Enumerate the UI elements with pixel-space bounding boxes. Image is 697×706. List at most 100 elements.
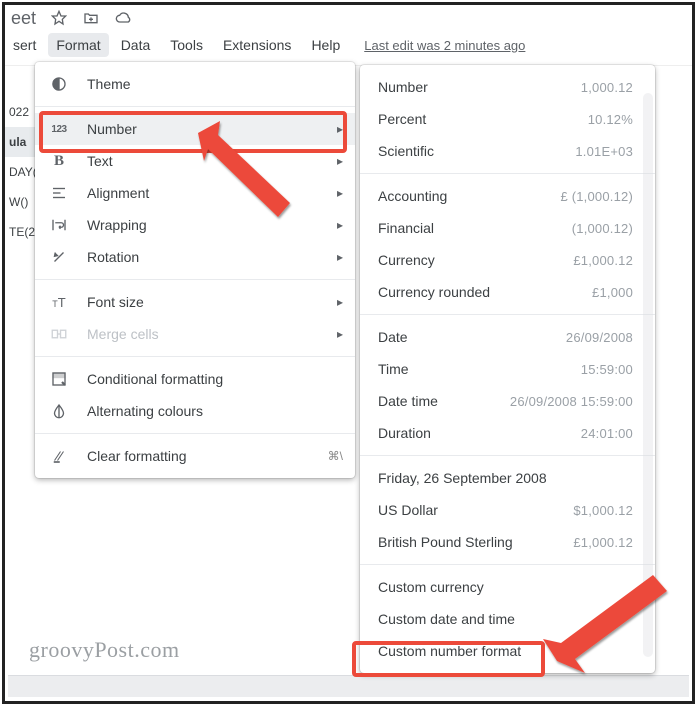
menu-help[interactable]: Help [303, 33, 348, 57]
format-label: Accounting [378, 188, 447, 204]
number-format-british-pound-sterling[interactable]: British Pound Sterling £1,000.12 [360, 526, 655, 558]
submenu-arrow-icon: ▸ [337, 218, 343, 232]
menu-item-theme[interactable]: Theme [35, 68, 355, 100]
theme-icon [49, 74, 69, 94]
number-format-financial[interactable]: Financial (1,000.12) [360, 212, 655, 244]
number-format-custom-number-format[interactable]: Custom number format [360, 635, 655, 667]
menu-data[interactable]: Data [113, 33, 159, 57]
cloud-saved-icon[interactable] [114, 9, 132, 27]
menu-item-label: Wrapping [87, 217, 337, 233]
format-example: $1,000.12 [573, 503, 633, 518]
menu-item-label: Merge cells [87, 326, 337, 342]
submenu-arrow-icon: ▸ [337, 122, 343, 136]
submenu-arrow-icon: ▸ [337, 295, 343, 309]
separator [360, 173, 655, 174]
format-label: Custom date and time [378, 611, 515, 627]
number-format-date-time[interactable]: Date time26/09/2008 15:59:00 [360, 385, 655, 417]
menu-item-label: Alternating colours [87, 403, 343, 419]
separator [360, 564, 655, 565]
title-bar: eet [5, 5, 692, 29]
format-example: 26/09/2008 [566, 330, 633, 345]
B-icon: B [49, 151, 69, 171]
scrollbar[interactable] [643, 93, 653, 657]
menu-item-label: Conditional formatting [87, 371, 343, 387]
format-label: Friday, 26 September 2008 [378, 470, 547, 486]
submenu-arrow-icon: ▸ [337, 250, 343, 264]
format-label: Number [378, 79, 428, 95]
format-example: £1,000 [592, 285, 633, 300]
number-submenu: Number 1,000.12 Percent10.12% Scientific 1.0… [360, 65, 655, 673]
menu-format[interactable]: Format [48, 33, 108, 57]
menu-item-rotation[interactable]: Rotation▸ [35, 241, 355, 273]
menu-item-clear-formatting[interactable]: Clear formatting⌘\ [35, 440, 355, 472]
clear-icon [49, 446, 69, 466]
123-icon: 123 [49, 119, 69, 139]
menu-item-label: Font size [87, 294, 337, 310]
format-example: 10.12% [588, 112, 633, 127]
shortcut: ⌘\ [328, 449, 343, 463]
altcolor-icon [49, 401, 69, 421]
format-label: Custom number format [378, 643, 521, 659]
menu-item-text[interactable]: BText▸ [35, 145, 355, 177]
number-format-number[interactable]: Number 1,000.12 [360, 71, 655, 103]
format-example: 1,000.12 [581, 80, 633, 95]
format-example: £1,000.12 [573, 535, 633, 550]
wrap-icon [49, 215, 69, 235]
rotate-icon [49, 247, 69, 267]
format-label: Financial [378, 220, 434, 236]
separator [360, 314, 655, 315]
number-format-time[interactable]: Time15:59:00 [360, 353, 655, 385]
menu-item-conditional-formatting[interactable]: Conditional formatting [35, 363, 355, 395]
menu-item-label: Theme [87, 76, 343, 92]
separator [35, 106, 355, 107]
format-label: Duration [378, 425, 431, 441]
menu-item-alignment[interactable]: Alignment▸ [35, 177, 355, 209]
number-format-currency-rounded[interactable]: Currency rounded£1,000 [360, 276, 655, 308]
number-format-us-dollar[interactable]: US Dollar$1,000.12 [360, 494, 655, 526]
separator [35, 356, 355, 357]
watermark: groovyPost.com [29, 637, 180, 663]
format-example: £1,000.12 [573, 253, 633, 268]
format-label: Custom currency [378, 579, 484, 595]
separator [35, 279, 355, 280]
merge-icon [49, 324, 69, 344]
menu-item-label: Number [87, 121, 337, 137]
menu-extensions[interactable]: Extensions [215, 33, 299, 57]
format-label: British Pound Sterling [378, 534, 513, 550]
format-label: Scientific [378, 143, 434, 159]
format-example: 24:01:00 [581, 426, 633, 441]
number-format-date[interactable]: Date26/09/2008 [360, 321, 655, 353]
submenu-arrow-icon: ▸ [337, 327, 343, 341]
condfmt-icon [49, 369, 69, 389]
number-format-scientific[interactable]: Scientific 1.01E+03 [360, 135, 655, 167]
menu-item-label: Rotation [87, 249, 337, 265]
menu-item-alternating-colours[interactable]: Alternating colours [35, 395, 355, 427]
star-icon[interactable] [50, 9, 68, 27]
number-format-accounting[interactable]: Accounting£ (1,000.12) [360, 180, 655, 212]
menu-item-label: Text [87, 153, 337, 169]
last-edit-link[interactable]: Last edit was 2 minutes ago [364, 38, 525, 53]
sheet-tab-bar [8, 675, 689, 697]
number-format-custom-date-and-time[interactable]: Custom date and time [360, 603, 655, 635]
menu-insert[interactable]: sert [5, 33, 44, 57]
menu-tools[interactable]: Tools [162, 33, 211, 57]
move-folder-icon[interactable] [82, 9, 100, 27]
menu-item-merge-cells: Merge cells▸ [35, 318, 355, 350]
tT-icon: TT [49, 292, 69, 312]
number-format-percent[interactable]: Percent10.12% [360, 103, 655, 135]
number-format-currency[interactable]: Currency £1,000.12 [360, 244, 655, 276]
format-example: (1,000.12) [572, 221, 633, 236]
menu-item-label: Clear formatting [87, 448, 328, 464]
menu-bar: sert Format Data Tools Extensions Help L… [5, 29, 692, 66]
number-format-duration[interactable]: Duration 24:01:00 [360, 417, 655, 449]
separator [360, 455, 655, 456]
document-title[interactable]: eet [11, 8, 36, 29]
format-label: Currency [378, 252, 435, 268]
format-label: Date time [378, 393, 438, 409]
menu-item-number[interactable]: 123 Number▸ [35, 113, 355, 145]
number-format-custom-currency[interactable]: Custom currency [360, 571, 655, 603]
number-format-friday-26-september-2008[interactable]: Friday, 26 September 2008 [360, 462, 655, 494]
menu-item-font-size[interactable]: TT Font size▸ [35, 286, 355, 318]
format-example: 1.01E+03 [575, 144, 633, 159]
menu-item-wrapping[interactable]: Wrapping▸ [35, 209, 355, 241]
